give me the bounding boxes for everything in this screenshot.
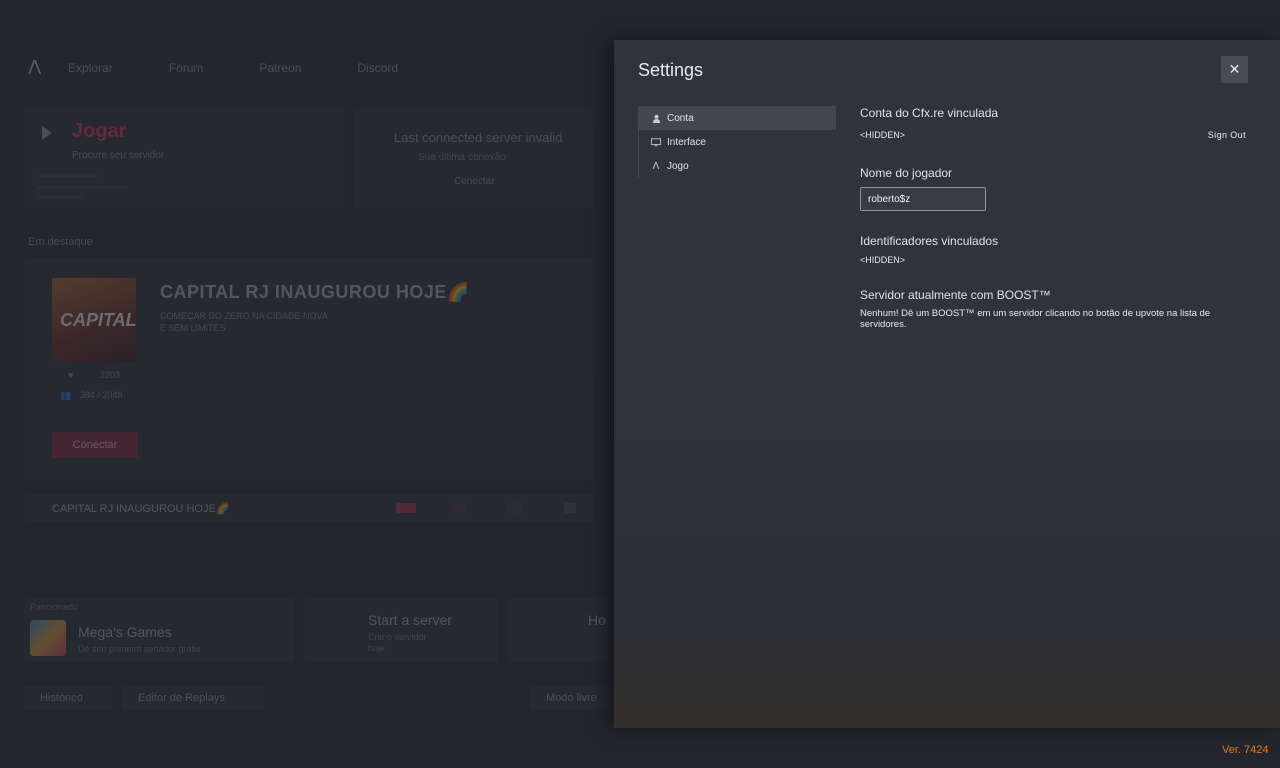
- featured-label: Em destaque: [28, 236, 93, 248]
- tag-icon: [452, 503, 466, 513]
- info-icon: [564, 503, 576, 513]
- linked-account-title: Conta do Cfx.re vinculada: [860, 106, 999, 120]
- players-icon: 👥: [60, 390, 72, 400]
- sponsored-card[interactable]: Patrocinado Mega's Games Dê seu primeiro…: [24, 598, 294, 662]
- placeholder-line: [38, 174, 98, 177]
- play-subtitle: Procure seu servidor: [72, 150, 165, 161]
- host-card[interactable]: Ho: [508, 598, 608, 662]
- sponsored-title: Mega's Games: [78, 624, 172, 640]
- last-connected-title: Last connected server invalid: [394, 130, 563, 145]
- player-name-input[interactable]: [860, 187, 986, 211]
- start-server-card[interactable]: Start a server Crie o servidor hoje: [304, 598, 498, 662]
- start-server-title: Start a server: [368, 612, 453, 628]
- history-button[interactable]: Histórico: [24, 686, 112, 710]
- featured-server-card[interactable]: CAPITAL CAPITAL RJ INAUGUROU HOJE🌈 COMEÇ…: [24, 258, 594, 480]
- start-server-subtitle-line: hoje: [368, 643, 386, 653]
- sign-out-button[interactable]: Sign Out: [1208, 130, 1246, 140]
- start-server-subtitle-line: Crie o servidor: [368, 632, 427, 642]
- app-logo-icon[interactable]: Λ: [28, 57, 68, 80]
- play-title: Jogar: [72, 120, 127, 142]
- sponsored-subtitle: Dê seu primeiro servidor grátis: [78, 644, 201, 654]
- close-button[interactable]: ✕: [1221, 56, 1248, 83]
- last-connected-subtitle: Sua última conexão: [418, 152, 506, 163]
- flag-icon: [396, 503, 416, 513]
- sidebar-item-label: Conta: [667, 112, 694, 124]
- free-mode-button[interactable]: Modo livre: [530, 686, 614, 710]
- boost-title: Servidor atualmente com BOOST™: [860, 288, 1051, 302]
- start-server-subtitle: Crie o servidor hoje: [368, 632, 427, 654]
- placeholder-line: [38, 186, 128, 189]
- nav-patreon[interactable]: Patreon: [259, 61, 301, 75]
- sidebar-item-jogo[interactable]: Λ Jogo: [639, 154, 836, 178]
- server-description-line: COMEÇAR DO ZERO NA CIDADE NOVA: [160, 311, 328, 321]
- nav-discord[interactable]: Discord: [357, 61, 398, 75]
- server-thumbnail: CAPITAL: [52, 278, 137, 362]
- server-players: 384 / 2048: [80, 390, 123, 400]
- close-icon: ✕: [1228, 61, 1241, 77]
- server-thumbnail-text: CAPITAL: [60, 310, 137, 330]
- linked-identifiers-title: Identificadores vinculados: [860, 234, 999, 248]
- server-description-line: E SEM LIMITES: [160, 323, 226, 333]
- settings-sidebar: Conta Interface Λ Jogo: [638, 106, 836, 178]
- top-nav: Λ Explorar Fórum Patreon Discord: [28, 56, 454, 80]
- sidebar-item-label: Jogo: [667, 160, 689, 172]
- mega-logo-icon: [30, 620, 66, 656]
- linked-identifiers-value: <HIDDEN>: [860, 255, 906, 265]
- boost-text: Nenhum! Dê um BOOST™ em um servidor clic…: [860, 308, 1211, 330]
- settings-title: Settings: [638, 60, 704, 80]
- user-icon: [649, 114, 663, 123]
- monitor-icon: [649, 137, 663, 147]
- sponsored-label: Patrocinado: [30, 602, 79, 612]
- server-description: COMEÇAR DO ZERO NA CIDADE NOVA E SEM LIM…: [160, 310, 328, 334]
- nav-explore[interactable]: Explorar: [68, 61, 113, 75]
- connect-button[interactable]: Conectar: [52, 432, 138, 458]
- server-bar-title: CAPITAL RJ INAUGUROU HOJE🌈: [52, 503, 230, 515]
- nav-forum[interactable]: Fórum: [169, 61, 204, 75]
- version-label: Ver. 7424: [1222, 744, 1269, 756]
- sidebar-item-interface[interactable]: Interface: [639, 130, 836, 154]
- tag-icon: [506, 503, 522, 513]
- sidebar-item-label: Interface: [667, 136, 706, 148]
- game-logo-icon: Λ: [652, 160, 660, 172]
- replay-editor-button[interactable]: Editor de Replays: [122, 686, 264, 710]
- player-name-title: Nome do jogador: [860, 166, 953, 180]
- server-bar[interactable]: CAPITAL RJ INAUGUROU HOJE🌈: [24, 494, 594, 522]
- placeholder-line: [38, 196, 82, 199]
- settings-modal: Settings ✕ Conta Interface Λ Jogo Conta …: [614, 40, 1280, 728]
- host-title: Ho: [588, 612, 606, 628]
- linked-account-value: <HIDDEN>: [860, 130, 906, 140]
- play-icon: [42, 126, 52, 140]
- sidebar-item-conta[interactable]: Conta: [639, 106, 836, 130]
- play-card[interactable]: Jogar Procure seu servidor: [24, 108, 344, 208]
- likes-icon: ♥: [68, 370, 74, 380]
- last-connected-card: Last connected server invalid Sua última…: [354, 108, 594, 208]
- last-connected-link[interactable]: Conectar: [454, 176, 495, 187]
- server-likes: 3203: [100, 370, 121, 380]
- server-title: CAPITAL RJ INAUGUROU HOJE🌈: [160, 282, 470, 302]
